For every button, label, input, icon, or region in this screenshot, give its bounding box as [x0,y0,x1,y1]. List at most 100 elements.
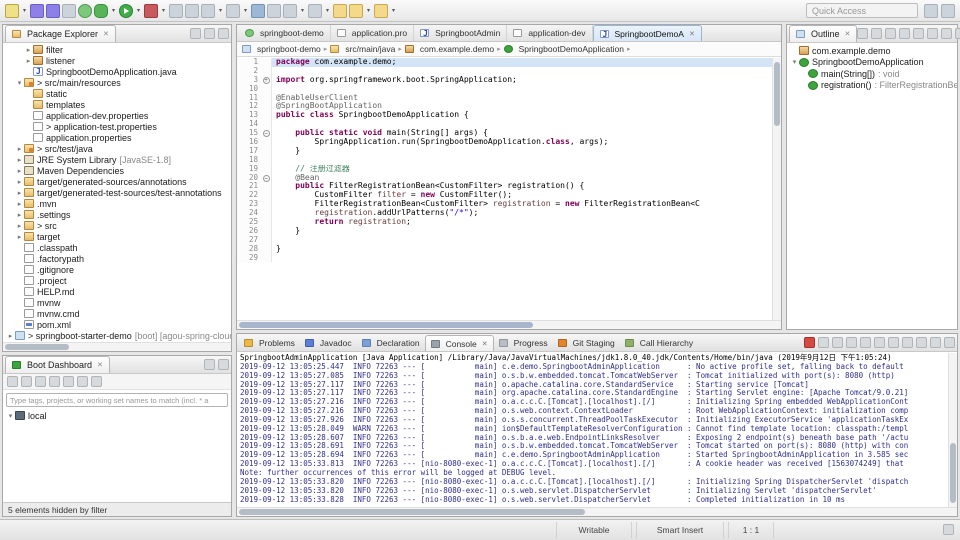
tree-item[interactable]: ▸ .settings [3,209,231,220]
save-icon[interactable] [30,3,44,18]
hide-fields-icon[interactable] [885,28,897,39]
breadcrumb-item[interactable]: springboot-demo [242,44,321,54]
code-line[interactable]: 23 FilterRegistrationBean<CustomFilter> … [237,199,772,210]
open-task-icon[interactable] [226,3,240,18]
sort-icon[interactable] [871,28,883,39]
editor-tab[interactable]: SpringbootAdmin [414,25,508,41]
minimize-icon[interactable] [204,359,215,370]
tree-item[interactable]: application-dev.properties [3,110,231,121]
tree-item[interactable]: .gitignore [3,264,231,275]
tree-item[interactable]: ▸ > springboot-starter-demo [boot] [agou-s… [3,330,231,341]
save-all-icon[interactable] [46,3,60,18]
tree-item[interactable]: mvnw [3,297,231,308]
code-line[interactable]: 21 public FilterRegistrationBean<CustomF… [237,182,772,192]
tree-item[interactable]: main(String[]): void [787,68,957,80]
tree-item[interactable]: ▸ Maven Dependencies [3,165,231,176]
console-view-tab[interactable]: Git Staging [553,335,620,351]
scrollbar-thumb[interactable] [239,509,585,515]
tree-item[interactable]: ▸ > src/test/java [3,143,231,154]
code-line[interactable]: 20− @Bean [237,173,772,183]
code-line[interactable]: 19 // 注册过滤器 [237,164,772,174]
new-class-icon[interactable] [201,3,215,18]
code-line[interactable]: 24 registration.addUrlPatterns("/*"); [237,208,772,219]
word-wrap-icon[interactable] [874,337,885,348]
scrollbar-thumb[interactable] [774,62,780,126]
console-view-tab[interactable]: Console ✕ [424,335,494,351]
tree-item[interactable]: registration(): FilterRegistrationBean< [787,80,957,92]
debug-dropdown-icon[interactable]: ▾ [110,7,117,14]
close-icon[interactable]: ✕ [482,340,488,348]
scroll-lock-icon[interactable] [860,337,871,348]
code-line[interactable]: 3 + import org.springframework.boot.Spring… [237,75,772,85]
quick-access-input[interactable] [806,3,918,18]
display-selected-console-icon[interactable] [902,337,913,348]
code-line[interactable]: 27 [237,235,772,245]
editor-tab[interactable]: springboot-demo [239,25,331,41]
tree-item[interactable]: .factorypath [3,253,231,264]
code-line[interactable]: 18 [237,155,772,165]
bd-stop-icon[interactable] [35,376,46,387]
console-hscrollbar[interactable] [237,507,957,516]
tree-item[interactable]: pom.xml [3,319,231,330]
tree-item[interactable]: application.properties [3,132,231,143]
open-perspective-icon[interactable] [924,3,938,18]
bd-open-console-icon[interactable] [63,376,74,387]
code-line[interactable]: 12 @SpringBootApplication [237,102,772,112]
tree-item[interactable]: SpringbootDemoApplication.java [3,66,231,77]
tree-item[interactable]: ▸ target [3,231,231,242]
editor-hscrollbar[interactable] [237,320,781,329]
breadcrumb-item[interactable]: SpringbootDemoApplication [503,44,624,54]
breadcrumb-item[interactable]: src/main/java [330,44,395,54]
coverage-dropdown-icon[interactable]: ▾ [160,7,167,14]
bd-start-debug-icon[interactable] [21,376,32,387]
collapse-all-icon[interactable] [857,28,869,39]
console-vscrollbar[interactable] [948,353,957,507]
tab-boot-dashboard[interactable]: Boot Dashboard ✕ [5,356,110,373]
last-edit-location-icon[interactable] [333,3,347,18]
bd-open-browser-icon[interactable] [77,376,88,387]
code-line[interactable]: 10 [237,84,772,94]
tab-package-explorer[interactable]: Package Explorer ✕ [5,25,116,42]
code-line[interactable]: 22 CustomFilter filter = new CustomFilte… [237,190,772,201]
tree-item[interactable]: > application-test.properties [3,121,231,132]
forward-icon[interactable] [374,3,388,18]
code-line[interactable]: 16 SpringApplication.run(SpringbootDemoA… [237,137,772,147]
breadcrumb-item[interactable]: com.example.demo [404,44,494,54]
pin-console-icon[interactable] [888,337,899,348]
bd-menu-icon[interactable] [91,376,102,387]
hide-non-public-icon[interactable] [913,28,925,39]
maximize-icon[interactable] [218,28,229,39]
bd-start-icon[interactable] [7,376,18,387]
tree-item[interactable]: .classpath [3,242,231,253]
minimize-icon[interactable] [930,337,941,348]
debug-icon[interactable] [94,3,108,18]
code-line[interactable]: 13 public class SpringbootDemoApplication… [237,110,772,121]
scrollbar-thumb[interactable] [5,344,69,350]
code-line[interactable]: 26 } [237,226,772,236]
code-line[interactable]: 11 @EnableUserClient [237,93,772,103]
view-menu-icon[interactable] [927,28,939,39]
tree-item[interactable]: ▾ SpringbootDemoApplication [787,57,957,69]
minimize-icon[interactable] [941,28,953,39]
editor-tab[interactable]: SpringbootDemoA ✕ [592,25,702,41]
hide-static-icon[interactable] [899,28,911,39]
coverage-icon[interactable] [144,3,158,18]
tree-item[interactable]: HELP.md [3,286,231,297]
open-console-icon[interactable] [916,337,927,348]
console-view-tab[interactable]: Progress [494,335,553,351]
code-line[interactable]: 1 package com.example.demo; [237,58,772,67]
maximize-icon[interactable] [944,337,955,348]
tree-item[interactable]: templates [3,99,231,110]
annotation-next-icon[interactable] [283,3,297,18]
open-task-dropdown-icon[interactable]: ▾ [242,7,249,14]
annotation-next-dropdown-icon[interactable]: ▾ [299,7,306,14]
tree-item[interactable]: mvnw.cmd [3,308,231,319]
code-line[interactable]: 14 [237,119,772,130]
open-type-icon[interactable] [267,3,281,18]
terminate-icon[interactable] [804,337,815,348]
close-icon[interactable]: ✕ [97,361,103,369]
back-dropdown-icon[interactable]: ▾ [365,7,372,14]
tree-item[interactable]: ▾ > src/main/resources [3,77,231,88]
console-view-tab[interactable]: Problems [239,335,300,351]
tab-outline[interactable]: Outline ✕ [789,25,858,42]
